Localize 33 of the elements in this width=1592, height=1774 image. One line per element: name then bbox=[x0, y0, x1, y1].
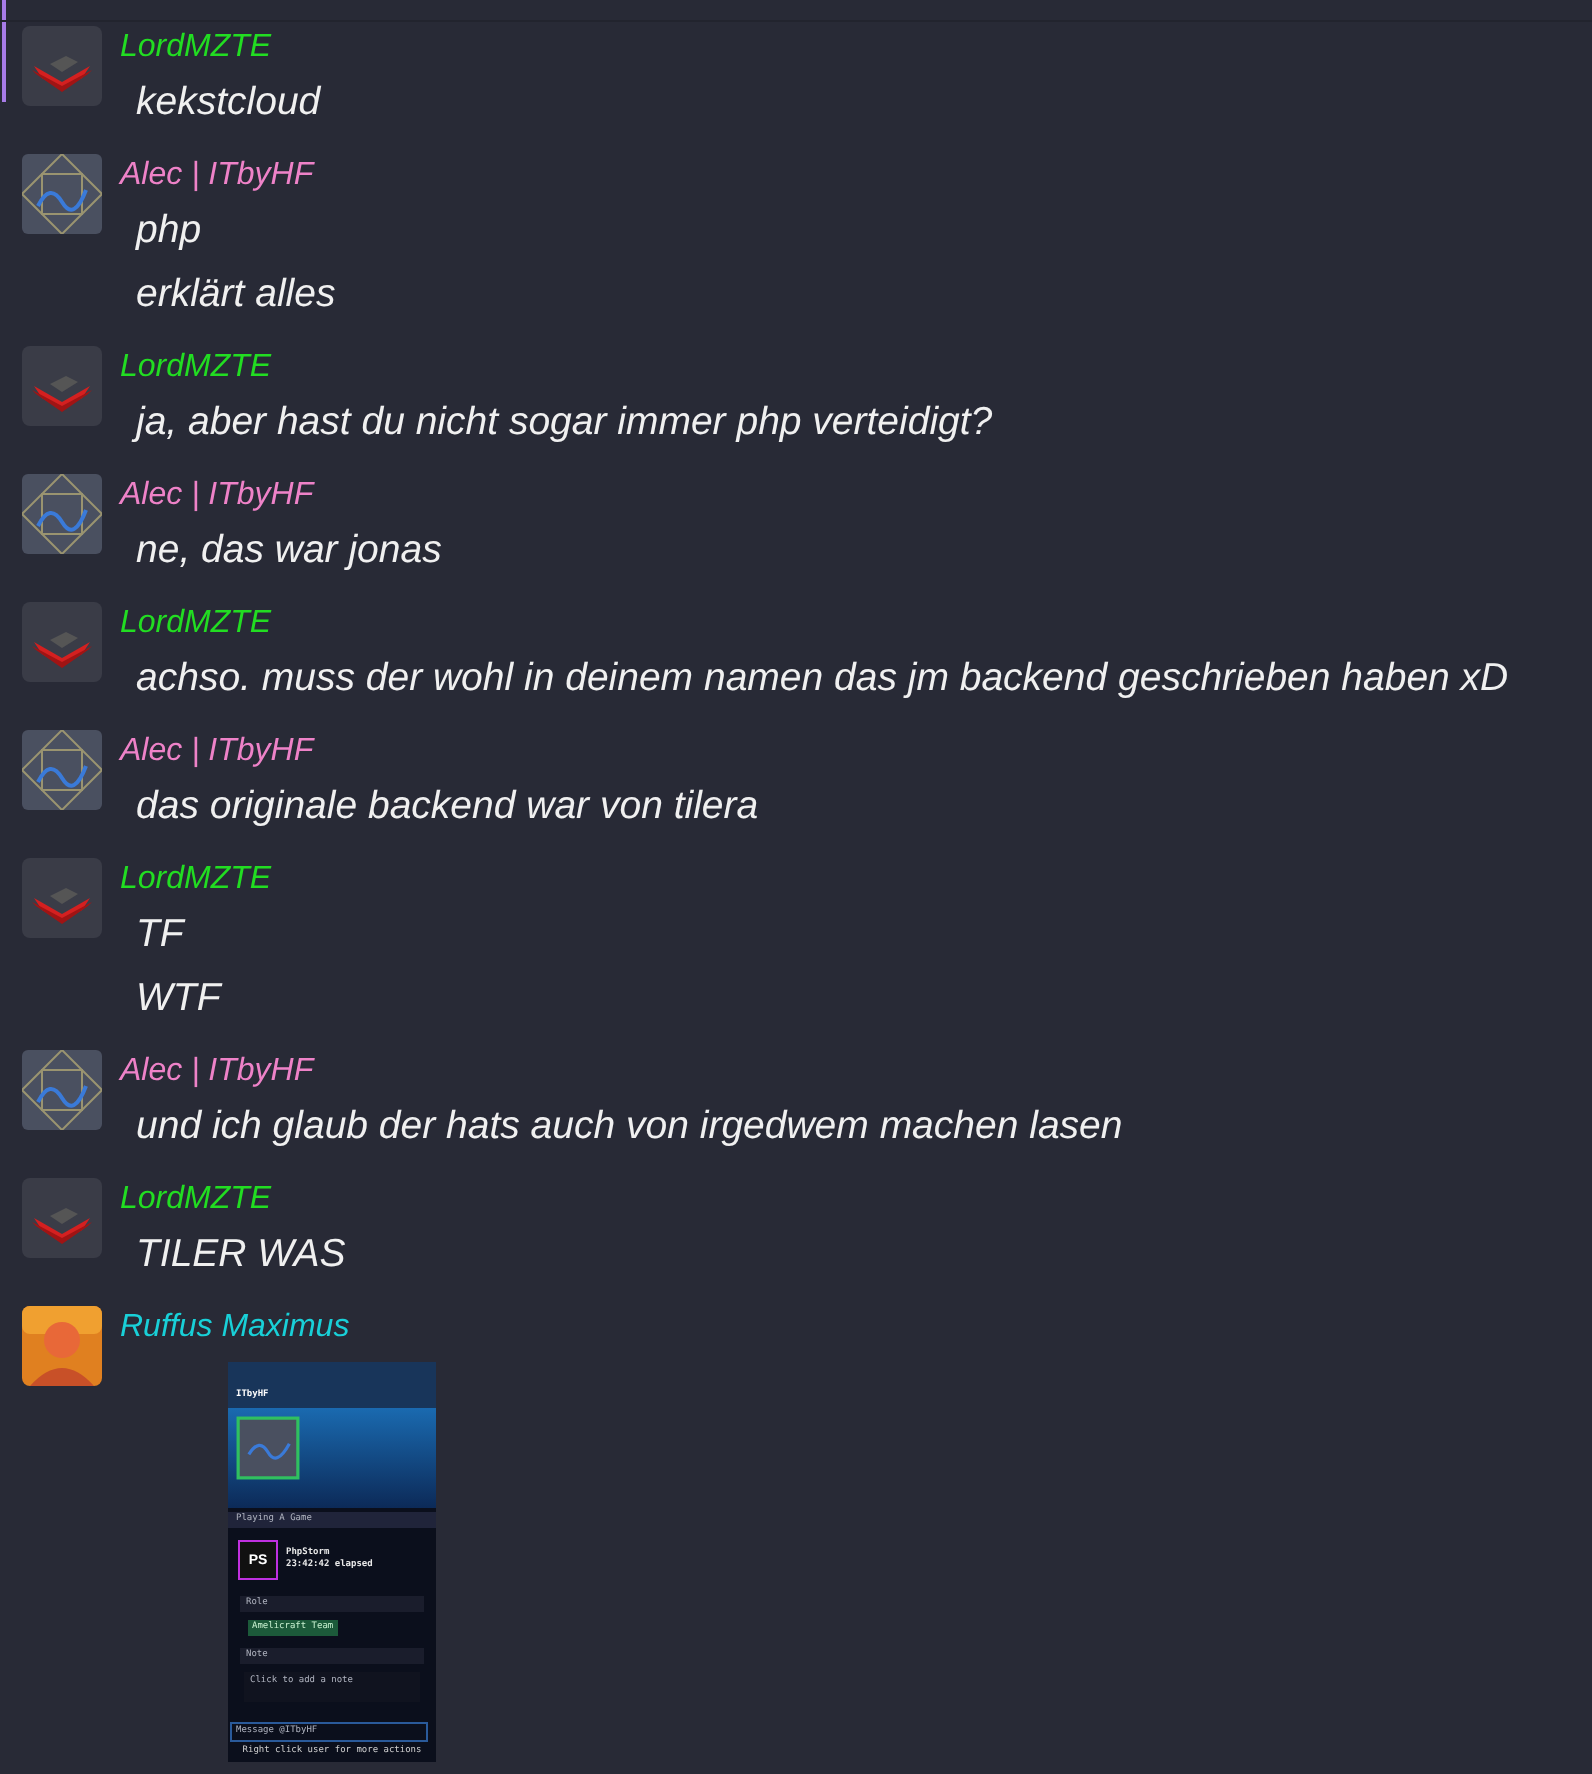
author-name[interactable]: Alec | ITbyHF bbox=[120, 154, 314, 198]
unread-marker bbox=[2, 0, 6, 102]
avatar-icon[interactable] bbox=[22, 154, 102, 234]
avatar-icon[interactable] bbox=[22, 474, 102, 554]
author-name[interactable]: Alec | ITbyHF bbox=[120, 1050, 314, 1094]
avatar-icon[interactable] bbox=[22, 1178, 102, 1258]
avatar-icon[interactable] bbox=[22, 1050, 102, 1130]
message-text: ja, aber hast du nicht sogar immer php verteidigt? bbox=[136, 390, 993, 454]
message-text: achso. muss der wohl in deinem namen das jm backend geschrieben haben xD bbox=[136, 654, 1509, 704]
message-text: WTF bbox=[136, 974, 221, 1024]
author-name[interactable]: LordMZTE bbox=[120, 602, 272, 646]
avatar-icon[interactable] bbox=[22, 26, 102, 106]
avatar-icon[interactable] bbox=[22, 858, 102, 938]
author-name[interactable]: LordMZTE bbox=[120, 858, 272, 902]
author-name[interactable]: LordMZTE bbox=[120, 1178, 272, 1222]
author-name[interactable]: Alec | ITbyHF bbox=[120, 730, 314, 774]
message-text: php bbox=[136, 206, 202, 256]
message-text: TF bbox=[136, 910, 184, 960]
message-text: TILER WAS bbox=[136, 1230, 346, 1280]
author-name[interactable]: Ruffus Maximus bbox=[120, 1306, 350, 1350]
message-text: ne, das war jonas bbox=[136, 526, 442, 576]
avatar-icon bbox=[236, 1416, 300, 1480]
avatar-icon[interactable] bbox=[22, 602, 102, 682]
avatar-icon[interactable] bbox=[22, 346, 102, 426]
author-name[interactable]: LordMZTE bbox=[120, 346, 272, 390]
message-text: das originale backend war von tilera bbox=[136, 782, 759, 832]
avatar-icon[interactable] bbox=[22, 730, 102, 810]
author-name[interactable]: Alec | ITbyHF bbox=[120, 474, 314, 518]
message-text: und ich glaub der hats auch von irgedwem machen lasen bbox=[136, 1102, 1123, 1152]
message-text: erklärt alles bbox=[136, 270, 336, 320]
author-name[interactable]: LordMZTE bbox=[120, 26, 272, 70]
message-text: kekstcloud bbox=[136, 78, 321, 128]
avatar-icon[interactable] bbox=[22, 1306, 102, 1386]
